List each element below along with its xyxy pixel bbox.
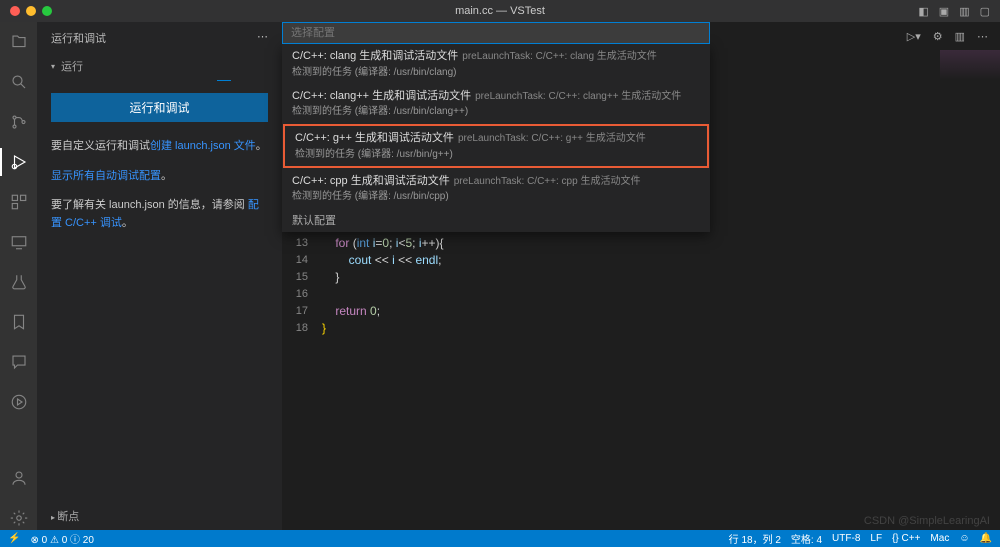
minimap[interactable] bbox=[940, 50, 1000, 80]
sidebar: 运行和调试 ⋯ 运行 运行和调试 要自定义运行和调试创建 launch.json… bbox=[37, 22, 282, 530]
scm-icon[interactable] bbox=[7, 110, 31, 134]
titlebar: main.cc — VSTest ◧ ▣ ▥ ▢ bbox=[0, 0, 1000, 22]
activity-bar bbox=[0, 22, 37, 530]
layout-icon[interactable]: ▢ bbox=[980, 5, 990, 18]
bell-icon[interactable]: 🔔 bbox=[980, 533, 992, 544]
feedback-icon[interactable]: ☺ bbox=[959, 533, 969, 544]
config-input[interactable] bbox=[282, 22, 710, 44]
default-config[interactable]: 默认配置 bbox=[282, 208, 710, 232]
window-title: main.cc — VSTest bbox=[455, 5, 545, 17]
encoding-status[interactable]: UTF-8 bbox=[832, 533, 860, 544]
layout-icon[interactable]: ◧ bbox=[918, 5, 928, 18]
account-icon[interactable] bbox=[7, 466, 31, 490]
create-launch-link[interactable]: 创建 launch.json 文件 bbox=[150, 140, 256, 152]
watermark: CSDN @SimpleLearingAI bbox=[864, 515, 990, 527]
config-dropdown: C/C++: clang 生成和调试活动文件preLaunchTask: C/C… bbox=[282, 22, 710, 232]
problems-status[interactable]: ⊗ 0 ⚠ 0 ⓘ 20 bbox=[30, 531, 93, 546]
layout-icon[interactable]: ▣ bbox=[939, 5, 949, 18]
os-status[interactable]: Mac bbox=[930, 533, 949, 544]
config-option[interactable]: C/C++: g++ 生成和调试活动文件preLaunchTask: C/C++… bbox=[283, 124, 709, 168]
gear-icon[interactable] bbox=[7, 506, 31, 530]
breakpoints-section[interactable]: 断点 bbox=[37, 502, 282, 530]
sidebar-title: 运行和调试 bbox=[51, 30, 106, 46]
indent-status[interactable]: 空格: 4 bbox=[791, 531, 822, 546]
config-option[interactable]: C/C++: clang++ 生成和调试活动文件preLaunchTask: C… bbox=[282, 84, 710, 124]
search-icon[interactable] bbox=[7, 70, 31, 94]
debug-icon[interactable] bbox=[7, 150, 31, 174]
sidebar-text: 要自定义运行和调试创建 launch.json 文件。 bbox=[37, 132, 282, 162]
eol-status[interactable]: LF bbox=[870, 533, 882, 544]
editor: ▷▾ ⚙ ▥ ⋯ C/C++: clang 生成和调试活动文件preLaunch… bbox=[282, 22, 1000, 530]
statusbar: ⚡ ⊗ 0 ⚠ 0 ⓘ 20 行 18，列 2 空格: 4 UTF-8 LF {… bbox=[0, 530, 1000, 547]
minimize-icon[interactable] bbox=[26, 6, 36, 16]
split-icon[interactable]: ▥ bbox=[955, 30, 965, 43]
more-icon[interactable]: ⋯ bbox=[257, 30, 268, 46]
window-controls bbox=[0, 6, 52, 16]
code-area[interactable]: 1213 for (int i=0; i<5; i++){14 cout << … bbox=[282, 217, 1000, 336]
config-option[interactable]: C/C++: clang 生成和调试活动文件preLaunchTask: C/C… bbox=[282, 44, 710, 84]
gear-icon[interactable]: ⚙ bbox=[933, 30, 943, 43]
config-option[interactable]: C/C++: cpp 生成和调试活动文件preLaunchTask: C/C++… bbox=[282, 169, 710, 209]
language-status[interactable]: {} C++ bbox=[892, 533, 920, 544]
chat-icon[interactable] bbox=[7, 350, 31, 374]
remote-icon[interactable] bbox=[7, 230, 31, 254]
close-icon[interactable] bbox=[10, 6, 20, 16]
test-icon[interactable] bbox=[7, 270, 31, 294]
sidebar-section[interactable]: 运行 bbox=[37, 54, 282, 78]
explorer-icon[interactable] bbox=[7, 30, 31, 54]
run-debug-button[interactable]: 运行和调试 bbox=[51, 93, 268, 122]
show-all-link[interactable]: 显示所有自动调试配置 bbox=[51, 170, 161, 182]
cursor-position[interactable]: 行 18，列 2 bbox=[729, 531, 781, 546]
remote-status[interactable]: ⚡ bbox=[8, 533, 20, 544]
run-icon[interactable]: ▷▾ bbox=[907, 30, 921, 43]
more-icon[interactable]: ⋯ bbox=[977, 30, 988, 43]
bookmark-icon[interactable] bbox=[7, 310, 31, 334]
sidebar-text: 要了解有关 launch.json 的信息，请参阅 配置 C/C++ 调试。 bbox=[37, 191, 282, 238]
play-icon[interactable] bbox=[7, 390, 31, 414]
layout-icon[interactable]: ▥ bbox=[959, 5, 969, 18]
extensions-icon[interactable] bbox=[7, 190, 31, 214]
maximize-icon[interactable] bbox=[42, 6, 52, 16]
